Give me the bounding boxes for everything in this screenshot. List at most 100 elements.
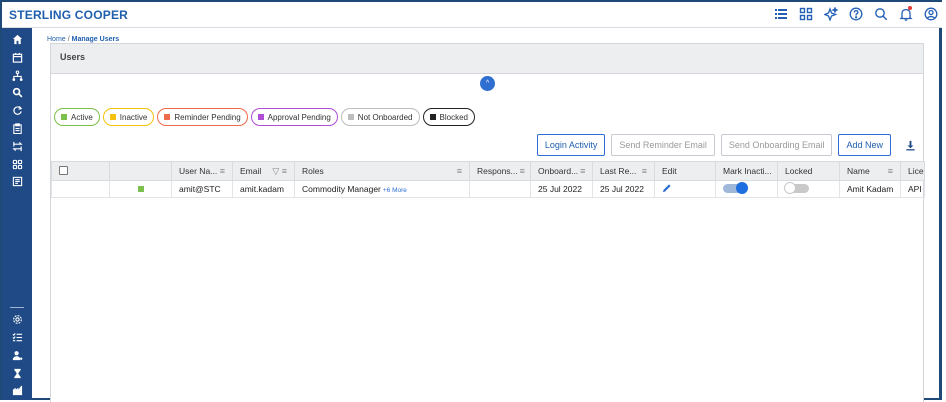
add-new-button[interactable]: Add New	[838, 134, 891, 156]
list-icon[interactable]	[773, 6, 788, 21]
breadcrumb-current: Manage Users	[71, 36, 120, 43]
filter-chip-label: Approval Pending	[267, 112, 331, 122]
filter-chip-blocked[interactable]: Blocked	[422, 108, 475, 126]
last-reminder-cell: 25 Jul 2022	[592, 180, 655, 198]
column-header-username[interactable]: User Na... ≡	[171, 161, 233, 181]
column-header-locked[interactable]: Locked	[777, 161, 840, 181]
send-reminder-email-button[interactable]: Send Reminder Email	[611, 134, 715, 156]
hierarchy-icon[interactable]	[9, 68, 25, 82]
top-icon-group	[773, 6, 938, 21]
refresh-icon[interactable]	[9, 103, 25, 117]
factory-icon[interactable]	[9, 383, 25, 397]
checklist-icon[interactable]	[9, 330, 25, 344]
column-menu-icon[interactable]: ≡	[520, 166, 525, 176]
name-cell: Amit Kadam	[839, 180, 901, 198]
column-header-roles[interactable]: Roles ≡	[294, 161, 470, 181]
grid-icon[interactable]	[798, 6, 813, 21]
bell-icon[interactable]	[898, 6, 913, 21]
search-icon[interactable]	[873, 6, 888, 21]
filter-icon[interactable]: ▽ ≡	[272, 166, 287, 177]
column-header-onboarded[interactable]: Onboard... ≡	[530, 161, 593, 181]
toggle-knob	[736, 181, 748, 194]
filter-chip-label: Not Onboarded	[357, 112, 413, 122]
role-text: Commodity Manager	[302, 184, 381, 194]
email-cell: amit.kadam	[232, 180, 295, 198]
locked-cell	[777, 180, 840, 198]
filter-chip-label: Reminder Pending	[174, 112, 241, 122]
column-header-name[interactable]: Name ≡	[839, 161, 901, 181]
users-table: User Na... ≡ Email ▽ ≡ Roles ≡ Respons... ≡ …	[51, 161, 925, 198]
status-filter-chips: Active Inactive Reminder Pending Approva…	[54, 108, 475, 126]
breadcrumb: Home / Manage Users	[47, 36, 119, 43]
hourglass-icon[interactable]	[9, 366, 25, 380]
login-activity-button[interactable]: Login Activity	[536, 134, 606, 156]
transfer-icon[interactable]	[9, 139, 25, 153]
locked-toggle[interactable]	[784, 181, 809, 194]
column-header-mark-inactive[interactable]: Mark Inacti...	[715, 161, 778, 181]
column-header-label: Onboard...	[538, 166, 579, 176]
status-color-swatch	[347, 114, 354, 120]
select-all-checkbox[interactable]	[59, 165, 68, 175]
user-icon[interactable]	[923, 6, 938, 21]
status-color-swatch	[61, 114, 67, 120]
filter-chip-not-onboarded[interactable]: Not Onboarded	[340, 108, 420, 126]
column-menu-icon[interactable]: ≡	[888, 166, 893, 176]
breadcrumb-separator: /	[67, 36, 70, 43]
column-menu-icon[interactable]: ≡	[642, 166, 647, 176]
settings-icon[interactable]	[9, 312, 25, 326]
mark-inactive-cell	[715, 180, 778, 198]
column-header-label: Email	[240, 166, 262, 176]
toggle-knob	[784, 181, 796, 194]
edit-cell	[654, 180, 716, 198]
column-header-label: Respons...	[477, 166, 518, 176]
roles-cell: Commodity Manager +6 More	[294, 180, 470, 198]
column-header-label: Name	[847, 166, 870, 176]
reports-icon[interactable]	[9, 174, 25, 188]
column-header-edit[interactable]: Edit	[654, 161, 716, 181]
column-header-email[interactable]: Email ▽ ≡	[232, 161, 295, 181]
column-header-label: Locked	[785, 166, 813, 176]
table-row[interactable]: amit@STC amit.kadam Commodity Manager +6 …	[51, 180, 925, 198]
calendar-icon[interactable]	[9, 50, 25, 64]
select-all-header	[51, 161, 110, 181]
username-cell: amit@STC	[171, 180, 233, 198]
collapse-button[interactable]: ^	[480, 76, 495, 91]
column-header-license[interactable]: Lice	[900, 161, 925, 181]
modules-icon[interactable]	[9, 157, 25, 171]
license-cell: API	[900, 180, 925, 198]
column-header-last-reminder[interactable]: Last Re... ≡	[592, 161, 655, 181]
more-roles-link[interactable]: +6 More	[383, 187, 407, 194]
onboarded-cell: 25 Jul 2022	[530, 180, 593, 198]
sidebar-divider	[10, 307, 24, 308]
column-header-label: Lice	[908, 166, 924, 176]
mark-inactive-toggle[interactable]	[723, 181, 748, 194]
users-panel: Users ^ Active Inactive Reminder Pending…	[50, 43, 925, 402]
column-header-responsibility[interactable]: Respons... ≡	[469, 161, 531, 181]
column-header-label: Last Re...	[600, 166, 637, 176]
filter-chip-label: Inactive	[119, 112, 148, 122]
pencil-icon[interactable]	[662, 183, 672, 193]
brand-logo[interactable]: STERLING COOPER	[9, 8, 128, 22]
filter-chip-inactive[interactable]: Inactive	[102, 108, 155, 126]
filter-chip-label: Active	[71, 112, 93, 122]
user-settings-icon[interactable]	[9, 348, 25, 362]
breadcrumb-home[interactable]: Home	[47, 36, 66, 43]
sparkle-icon[interactable]	[823, 6, 838, 21]
status-cell	[109, 180, 172, 198]
filter-chip-approval-pending[interactable]: Approval Pending	[250, 108, 338, 126]
download-icon[interactable]	[903, 138, 917, 152]
column-header-label: Mark Inacti...	[723, 166, 772, 176]
filter-chip-reminder-pending[interactable]: Reminder Pending	[157, 108, 248, 126]
filter-chip-active[interactable]: Active	[54, 108, 100, 126]
clipboard-icon[interactable]	[9, 121, 25, 135]
send-onboarding-email-button[interactable]: Send Onboarding Email	[720, 134, 833, 156]
home-icon[interactable]	[9, 32, 25, 46]
search-nav-icon[interactable]	[9, 85, 25, 99]
column-menu-icon[interactable]: ≡	[580, 166, 585, 176]
help-icon[interactable]	[848, 6, 863, 21]
column-menu-icon[interactable]: ≡	[457, 166, 462, 176]
column-menu-icon[interactable]: ≡	[220, 166, 225, 176]
responsibility-cell	[469, 180, 531, 198]
filter-chip-label: Blocked	[439, 112, 468, 122]
column-header-label: Roles	[302, 166, 324, 176]
